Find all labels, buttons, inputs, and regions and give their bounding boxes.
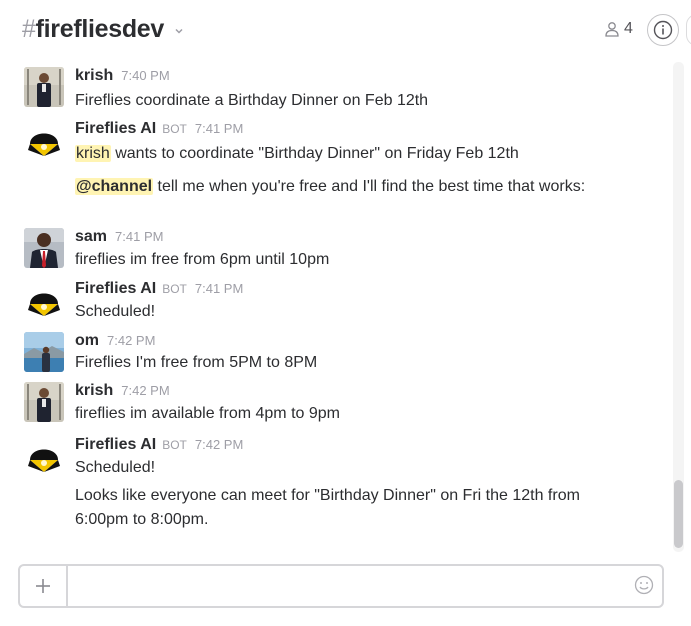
message-header: Fireflies AI BOT 7:41 PM <box>75 120 243 138</box>
person-icon <box>605 22 619 37</box>
message-composer <box>18 564 664 608</box>
timestamp[interactable]: 7:42 PM <box>121 383 169 398</box>
sender-name[interactable]: krish <box>75 67 113 84</box>
message-text: Scheduled! <box>75 459 156 476</box>
message-text: Scheduled! <box>75 303 156 320</box>
avatar-sam[interactable] <box>24 228 64 268</box>
avatar-krish[interactable] <box>24 382 64 422</box>
timestamp[interactable]: 7:41 PM <box>195 281 243 296</box>
toolbar-button-partial[interactable] <box>686 14 691 46</box>
message-text: Fireflies coordinate a Birthday Dinner o… <box>75 92 429 109</box>
sender-name[interactable]: sam <box>75 228 107 245</box>
message-text: fireflies im available from 4pm to 9pm <box>75 405 340 422</box>
message-header: krish 7:42 PM <box>75 382 170 400</box>
scrollbar-thumb[interactable] <box>674 480 683 548</box>
message-text: Fireflies I'm free from 5PM to 8PM <box>75 354 318 371</box>
message-text-part: tell me when you're free and I'll find t… <box>153 178 586 195</box>
timestamp[interactable]: 7:40 PM <box>121 68 169 83</box>
sender-name[interactable]: krish <box>75 382 113 399</box>
bot-badge: BOT <box>162 122 187 136</box>
avatar-fireflies-bot[interactable] <box>24 120 64 160</box>
timestamp[interactable]: 7:41 PM <box>115 229 163 244</box>
info-icon <box>653 20 673 40</box>
message-text: Looks like everyone can meet for "Birthd… <box>75 487 580 504</box>
message-input[interactable] <box>68 570 612 604</box>
message-header: Fireflies AI BOT 7:41 PM <box>75 280 243 298</box>
message-text: krish wants to coordinate "Birthday Dinn… <box>75 145 519 163</box>
avatar-om[interactable] <box>24 332 64 372</box>
message-header: om 7:42 PM <box>75 332 155 350</box>
scrollbar-track[interactable] <box>673 62 684 552</box>
plus-icon <box>36 579 50 593</box>
channel-mention[interactable]: @channel <box>75 178 154 195</box>
avatar-fireflies-bot[interactable] <box>24 436 64 476</box>
sender-name[interactable]: Fireflies AI <box>75 280 156 297</box>
message-text: fireflies im free from 6pm until 10pm <box>75 251 330 268</box>
avatar-fireflies-bot[interactable] <box>24 280 64 320</box>
member-count: 4 <box>624 20 633 37</box>
message-header: Fireflies AI BOT 7:42 PM <box>75 436 243 454</box>
attach-file-button[interactable] <box>20 566 68 606</box>
timestamp[interactable]: 7:42 PM <box>107 333 155 348</box>
timestamp[interactable]: 7:42 PM <box>195 437 243 452</box>
message-text-part: wants to coordinate "Birthday Dinner" on… <box>110 145 519 162</box>
channel-header: #firefliesdev 4 <box>0 0 691 62</box>
message-header: sam 7:41 PM <box>75 228 163 246</box>
avatar-krish[interactable] <box>24 67 64 107</box>
sender-name[interactable]: Fireflies AI <box>75 436 156 453</box>
user-mention[interactable]: krish <box>75 145 111 162</box>
message-text: 6:00pm to 8:00pm. <box>75 511 209 528</box>
timestamp[interactable]: 7:41 PM <box>195 121 243 136</box>
channel-title[interactable]: #firefliesdev <box>22 15 164 44</box>
emoji-icon[interactable] <box>634 575 654 595</box>
sender-name[interactable]: om <box>75 332 99 349</box>
channel-info-button[interactable] <box>647 14 679 46</box>
channel-name: firefliesdev <box>35 15 165 43</box>
message-list: krish 7:40 PM Fireflies coordinate a Birt… <box>0 62 670 552</box>
sender-name[interactable]: Fireflies AI <box>75 120 156 137</box>
bot-badge: BOT <box>162 282 187 296</box>
message-header: krish 7:40 PM <box>75 67 170 85</box>
member-count-button[interactable]: 4 <box>604 20 633 38</box>
channel-hash: # <box>22 15 36 43</box>
message-text: @channel tell me when you're free and I'… <box>75 178 585 196</box>
bot-badge: BOT <box>162 438 187 452</box>
chevron-down-icon[interactable] <box>174 26 184 36</box>
